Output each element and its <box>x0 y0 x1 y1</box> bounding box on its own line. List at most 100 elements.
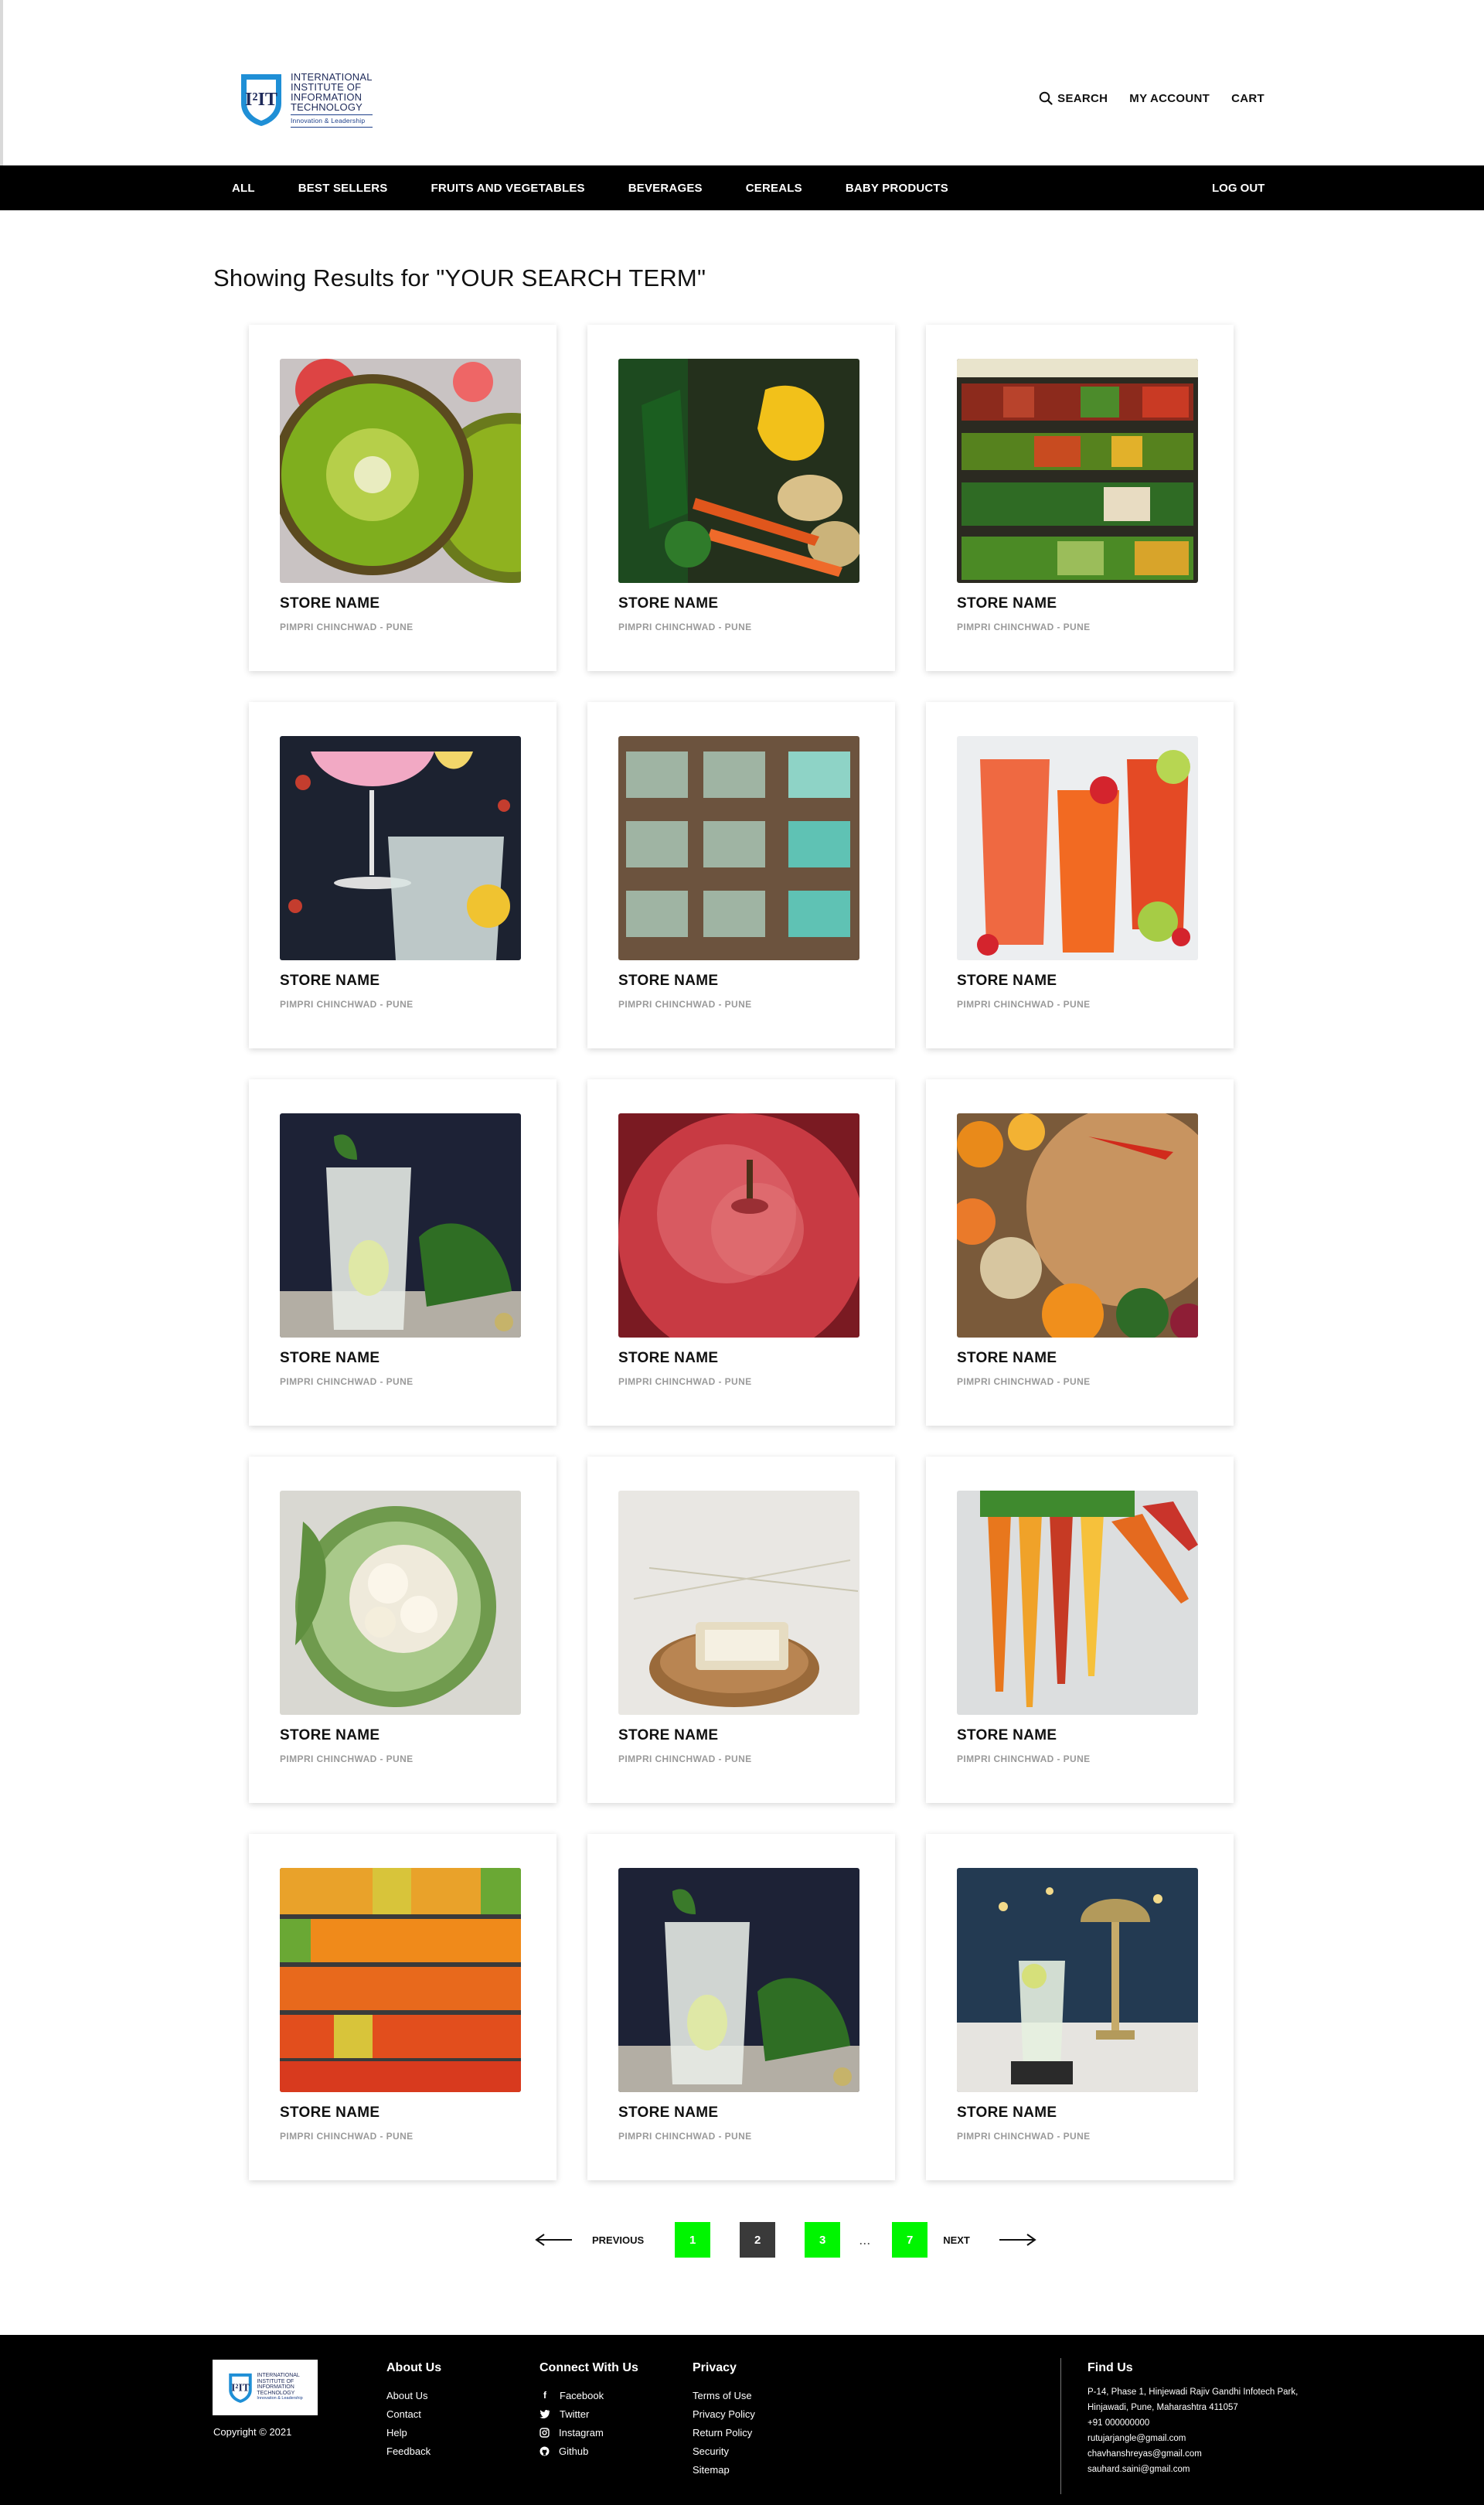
store-card[interactable]: STORE NAME PIMPRI CHINCHWAD - PUNE <box>249 1457 556 1803</box>
store-image[interactable] <box>618 1113 859 1338</box>
store-image[interactable] <box>618 736 859 960</box>
svg-text:I²IT: I²IT <box>245 90 277 110</box>
store-image[interactable] <box>957 1113 1198 1338</box>
store-name[interactable]: STORE NAME <box>280 973 380 990</box>
email-address[interactable]: rutujarjangle@gmail.com <box>1087 2431 1298 2446</box>
store-name[interactable]: STORE NAME <box>957 973 1057 990</box>
nav-item-cereals[interactable]: CEREALS <box>746 182 802 195</box>
store-image[interactable] <box>618 1868 859 2092</box>
nav-item-all[interactable]: ALL <box>232 182 255 195</box>
my-account-link[interactable]: MY ACCOUNT <box>1129 92 1210 105</box>
store-card[interactable]: STORE NAME PIMPRI CHINCHWAD - PUNE <box>587 325 895 671</box>
logo-wordmark: INTERNATIONAL INSTITUTE OF INFORMATION T… <box>291 71 373 128</box>
footer-heading: Privacy <box>693 2361 737 2374</box>
store-card[interactable]: STORE NAME PIMPRI CHINCHWAD - PUNE <box>926 1834 1234 2180</box>
store-name[interactable]: STORE NAME <box>280 595 380 612</box>
github-icon <box>539 2446 550 2456</box>
store-photo <box>280 1868 521 2092</box>
store-grid: STORE NAME PIMPRI CHINCHWAD - PUNE STORE N… <box>249 325 1237 2180</box>
store-image[interactable] <box>280 1113 521 1338</box>
store-name[interactable]: STORE NAME <box>280 1350 380 1367</box>
store-card[interactable]: STORE NAME PIMPRI CHINCHWAD - PUNE <box>587 1834 895 2180</box>
logo-tagline: Innovation & Leadership <box>291 114 373 128</box>
footer-social-github[interactable]: Github <box>539 2442 638 2460</box>
store-name[interactable]: STORE NAME <box>280 1727 380 1744</box>
footer-logo[interactable]: I²IT INTERNATIONAL INSTITUTE OF INFORMAT… <box>213 2360 318 2415</box>
store-name[interactable]: STORE NAME <box>957 595 1057 612</box>
footer-social-instagram[interactable]: Instagram <box>539 2423 638 2442</box>
footer-link[interactable]: Terms of Use <box>693 2386 755 2404</box>
nav-item-fruits-and-vegetables[interactable]: FRUITS AND VEGETABLES <box>431 182 585 195</box>
store-image[interactable] <box>957 1491 1198 1715</box>
store-card[interactable]: STORE NAME PIMPRI CHINCHWAD - PUNE <box>587 1457 895 1803</box>
store-card[interactable]: STORE NAME PIMPRI CHINCHWAD - PUNE <box>926 1079 1234 1426</box>
store-card[interactable]: STORE NAME PIMPRI CHINCHWAD - PUNE <box>587 1079 895 1426</box>
store-card[interactable]: STORE NAME PIMPRI CHINCHWAD - PUNE <box>249 1079 556 1426</box>
footer-link: Instagram <box>559 2426 604 2439</box>
store-image[interactable] <box>280 736 521 960</box>
store-image[interactable] <box>618 359 859 583</box>
footer-link[interactable]: Sitemap <box>693 2460 755 2479</box>
cart-link[interactable]: CART <box>1231 92 1264 105</box>
footer-social-twitter[interactable]: Twitter <box>539 2404 638 2423</box>
store-location: PIMPRI CHINCHWAD - PUNE <box>618 622 752 632</box>
store-image[interactable] <box>957 359 1198 583</box>
arrow-left-icon[interactable] <box>533 2232 574 2248</box>
store-name[interactable]: STORE NAME <box>618 2105 718 2122</box>
footer-link[interactable]: Return Policy <box>693 2423 755 2442</box>
store-image[interactable] <box>280 1491 521 1715</box>
copyright: Copyright © 2021 <box>213 2426 292 2438</box>
nav-item-best-sellers[interactable]: BEST SELLERS <box>298 182 388 195</box>
footer-link[interactable]: Feedback <box>386 2442 441 2460</box>
store-photo <box>618 1491 859 1715</box>
logout-link[interactable]: LOG OUT <box>1212 165 1264 210</box>
store-name[interactable]: STORE NAME <box>618 1350 718 1367</box>
store-photo <box>280 1113 521 1338</box>
store-card[interactable]: STORE NAME PIMPRI CHINCHWAD - PUNE <box>926 325 1234 671</box>
page-button[interactable]: 3 <box>805 2222 841 2258</box>
store-image[interactable] <box>280 359 521 583</box>
category-nav: ALL BEST SELLERS FRUITS AND VEGETABLES B… <box>0 165 1484 210</box>
next-button[interactable]: NEXT <box>943 2234 970 2246</box>
store-card[interactable]: STORE NAME PIMPRI CHINCHWAD - PUNE <box>587 702 895 1048</box>
search-link[interactable]: SEARCH <box>1039 91 1108 105</box>
store-name[interactable]: STORE NAME <box>280 2105 380 2122</box>
footer-social-facebook[interactable]: f Facebook <box>539 2386 638 2404</box>
search-label: SEARCH <box>1057 91 1108 105</box>
nav-item-baby-products[interactable]: BABY PRODUCTS <box>846 182 948 195</box>
store-name[interactable]: STORE NAME <box>618 1727 718 1744</box>
iiit-logo[interactable]: I²IT INTERNATIONAL INSTITUTE OF INFORMAT… <box>238 71 373 128</box>
previous-button[interactable]: PREVIOUS <box>592 2234 644 2246</box>
footer-link[interactable]: Privacy Policy <box>693 2404 755 2423</box>
store-name[interactable]: STORE NAME <box>618 595 718 612</box>
store-image[interactable] <box>618 1491 859 1715</box>
shield-logo-icon: I²IT <box>229 2373 253 2403</box>
email-address[interactable]: chavhanshreyas@gmail.com <box>1087 2446 1298 2462</box>
svg-text:I²IT: I²IT <box>231 2382 250 2394</box>
store-image[interactable] <box>957 736 1198 960</box>
page-button[interactable]: 1 <box>675 2222 711 2258</box>
store-image[interactable] <box>280 1868 521 2092</box>
footer-link[interactable]: Help <box>386 2423 441 2442</box>
footer-link[interactable]: Security <box>693 2442 755 2460</box>
footer-link[interactable]: Contact <box>386 2404 441 2423</box>
store-photo <box>957 359 1198 583</box>
page-button[interactable]: 7 <box>892 2222 928 2258</box>
email-address[interactable]: sauhard.saini@gmail.com <box>1087 2462 1298 2477</box>
store-card[interactable]: STORE NAME PIMPRI CHINCHWAD - PUNE <box>926 1457 1234 1803</box>
footer-link[interactable]: About Us <box>386 2386 441 2404</box>
store-name[interactable]: STORE NAME <box>957 1727 1057 1744</box>
store-name[interactable]: STORE NAME <box>957 2105 1057 2122</box>
store-name[interactable]: STORE NAME <box>957 1350 1057 1367</box>
store-image[interactable] <box>957 1868 1198 2092</box>
store-card[interactable]: STORE NAME PIMPRI CHINCHWAD - PUNE <box>249 702 556 1048</box>
logo-line: INSTITUTE OF <box>257 2378 294 2384</box>
store-card[interactable]: STORE NAME PIMPRI CHINCHWAD - PUNE <box>249 1834 556 2180</box>
arrow-right-icon[interactable] <box>998 2232 1038 2248</box>
store-location: PIMPRI CHINCHWAD - PUNE <box>280 622 414 632</box>
store-name[interactable]: STORE NAME <box>618 973 718 990</box>
store-card[interactable]: STORE NAME PIMPRI CHINCHWAD - PUNE <box>249 325 556 671</box>
page-button-current[interactable]: 2 <box>740 2222 776 2258</box>
nav-item-beverages[interactable]: BEVERAGES <box>628 182 703 195</box>
store-card[interactable]: STORE NAME PIMPRI CHINCHWAD - PUNE <box>926 702 1234 1048</box>
